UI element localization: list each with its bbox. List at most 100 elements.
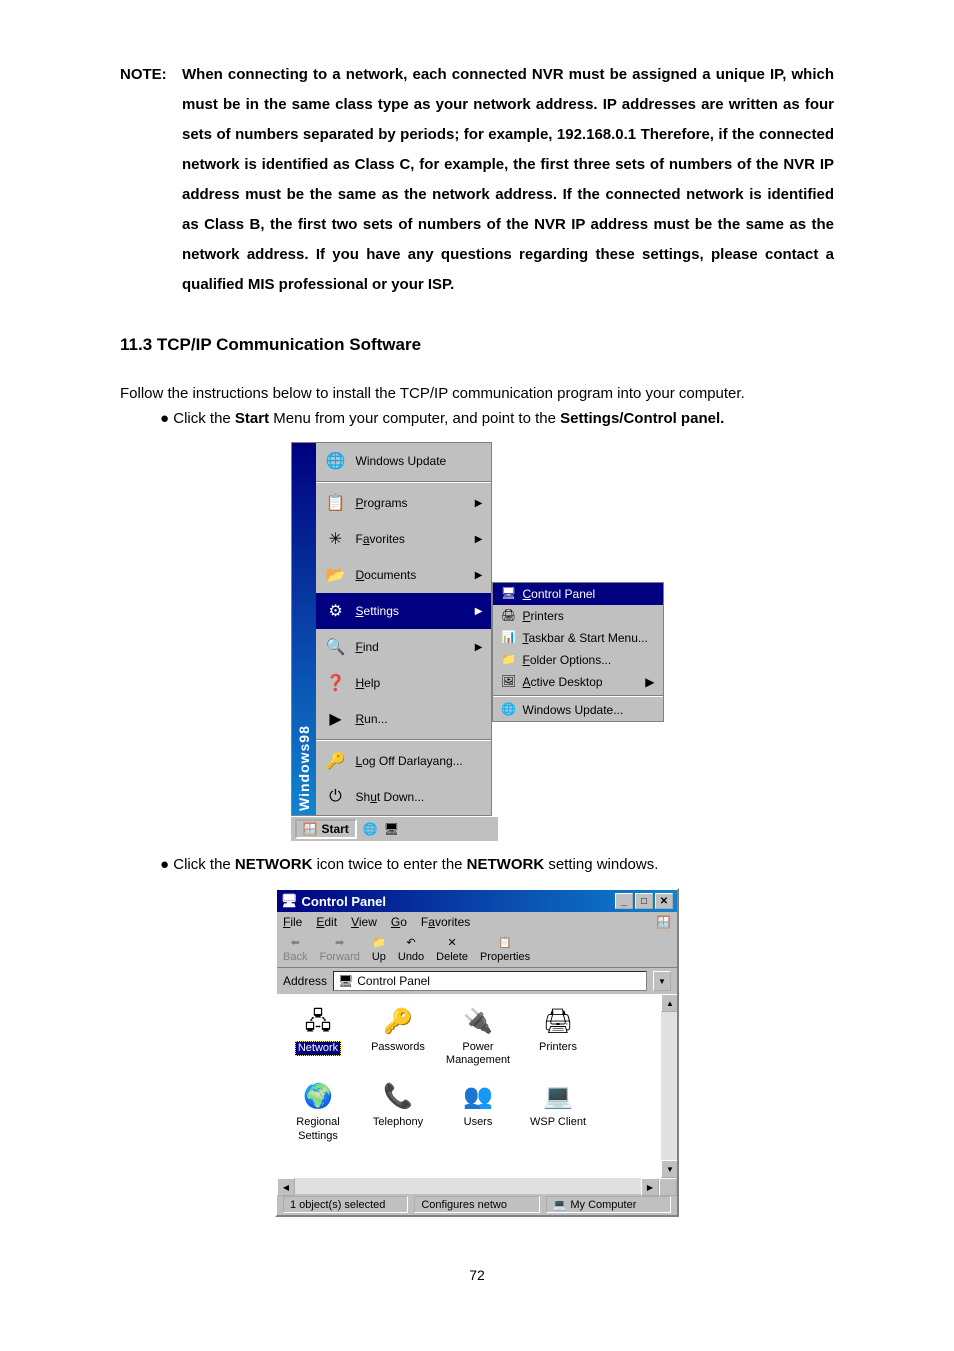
printers-icon: 🖨 [501, 608, 517, 624]
menu-view[interactable]: View [351, 915, 377, 929]
text: 1 object(s) selected [290, 1199, 385, 1211]
scroll-left-button[interactable]: ◀ [277, 1178, 295, 1196]
label: Printers [523, 609, 564, 623]
toolbar-up[interactable]: 📁Up [372, 936, 386, 963]
run-icon: ▶ [324, 707, 348, 731]
horizontal-scrollbar[interactable]: ◀ ▶ [277, 1178, 677, 1194]
address-dropdown[interactable]: ▼ [653, 971, 671, 991]
telephony-icon: 📞 [382, 1081, 414, 1113]
menu-documents[interactable]: 📂 Documents ▶ [316, 557, 491, 593]
label: Passwords [371, 1041, 425, 1054]
icon-wsp-client[interactable]: 💻WSP Client [527, 1081, 589, 1142]
maximize-button[interactable]: □ [635, 893, 653, 909]
label: Programs [356, 496, 408, 510]
passwords-icon: 🔑 [382, 1006, 414, 1038]
icon-telephony[interactable]: 📞Telephony [367, 1081, 429, 1142]
label: Log Off Darlayang... [356, 754, 463, 768]
icon-users[interactable]: 👥Users [447, 1081, 509, 1142]
submenu-printers[interactable]: 🖨 Printers [493, 605, 663, 627]
control-panel-icon: 🖥 [338, 974, 353, 988]
menu-go[interactable]: Go [391, 915, 407, 929]
icon-view: 🖧 Network 🔑 Passwords 🔌Power Management 🖨P… [277, 994, 677, 1178]
settings-icon: ⚙ [324, 599, 348, 623]
network-icon: 🖧 [302, 1006, 334, 1038]
label: Shut Down... [356, 790, 425, 804]
menu-file[interactable]: File [283, 915, 302, 929]
menu-find[interactable]: 🔍 Find ▶ [316, 629, 491, 665]
status-selection: 1 object(s) selected [283, 1196, 408, 1213]
menu-shutdown[interactable]: ⏻ Shut Down... [316, 779, 491, 815]
toolbar-delete[interactable]: ✕Delete [436, 936, 468, 963]
label: Network [295, 1041, 341, 1056]
menu-edit[interactable]: Edit [316, 915, 337, 929]
icon-passwords[interactable]: 🔑 Passwords [367, 1006, 429, 1067]
windows-logo-icon: 🪟 [303, 822, 318, 836]
menu-favorites[interactable]: Favorites [421, 915, 470, 929]
menu-windows-update[interactable]: 🌐 Windows Update [316, 443, 491, 479]
arrow-icon: ▶ [475, 642, 483, 653]
arrow-icon: ▶ [475, 570, 483, 581]
submenu-folder-options[interactable]: 📁 Folder Options... [493, 649, 663, 671]
scroll-up-button[interactable]: ▲ [661, 994, 677, 1012]
submenu-control-panel[interactable]: 🖥 Control Panel [493, 583, 663, 605]
start-button[interactable]: 🪟 Start [295, 819, 357, 839]
label: Users [464, 1116, 493, 1129]
note-label: NOTE: [120, 66, 167, 83]
control-panel-window: 🖥 Control Panel _ □ ✕ File Edit View Go … [275, 888, 679, 1217]
menu-favorites[interactable]: ✳ Favorites ▶ [316, 521, 491, 557]
submenu-active-desktop[interactable]: 🖼 Active Desktop ▶ [493, 671, 663, 693]
icon-network[interactable]: 🖧 Network [287, 1006, 349, 1067]
text-bold: Settings/Control panel. [560, 410, 724, 427]
menu-programs[interactable]: 📋 Programs ▶ [316, 485, 491, 521]
label: Folder Options... [523, 653, 612, 667]
submenu-taskbar[interactable]: 📊 Taskbar & Start Menu... [493, 627, 663, 649]
control-panel-icon: 🖥 [501, 586, 517, 602]
page-number: 72 [120, 1267, 834, 1283]
icon-power-management[interactable]: 🔌Power Management [447, 1006, 509, 1067]
menu-run[interactable]: ▶ Run... [316, 701, 491, 737]
address-input[interactable]: 🖥 Control Panel [333, 971, 647, 991]
icon-printers[interactable]: 🖨Printers [527, 1006, 589, 1067]
properties-icon: 📋 [498, 936, 512, 949]
scroll-down-button[interactable]: ▼ [661, 1160, 677, 1178]
scroll-right-button[interactable]: ▶ [641, 1178, 659, 1196]
quicklaunch-ie-icon[interactable]: 🌐 [363, 822, 378, 836]
toolbar-properties[interactable]: 📋Properties [480, 936, 530, 963]
menu-logoff[interactable]: 🔑 Log Off Darlayang... [316, 743, 491, 779]
windows-update-icon: 🌐 [501, 702, 517, 718]
icon-regional-settings[interactable]: 🌍 Regional Settings [287, 1081, 349, 1142]
control-panel-icon: 🖥 [281, 893, 298, 909]
vertical-scrollbar[interactable]: ▲ ▼ [661, 994, 677, 1178]
start-menu-column: 🌐 Windows Update 📋 Programs ▶ ✳ Favorite… [316, 443, 491, 815]
toolbar-forward[interactable]: ➡Forward [319, 936, 359, 963]
label: Active Desktop [523, 675, 603, 689]
bullet-1: Click the Start Menu from your computer,… [160, 410, 834, 427]
close-button[interactable]: ✕ [655, 893, 673, 909]
bullet-2: Click the NETWORK icon twice to enter th… [160, 856, 834, 873]
arrow-icon: ▶ [475, 534, 483, 545]
label: Windows Update [356, 454, 447, 468]
address-label: Address [283, 974, 327, 988]
text-bold: NETWORK [235, 856, 313, 873]
text: icon twice to enter the [312, 856, 466, 873]
arrow-icon: ▶ [475, 498, 483, 509]
menu-help[interactable]: ❓ Help [316, 665, 491, 701]
documents-icon: 📂 [324, 563, 348, 587]
quicklaunch-desktop-icon[interactable]: 🖥 [384, 822, 399, 836]
menu-settings[interactable]: ⚙ Settings ▶ [316, 593, 491, 629]
undo-icon: ↶ [406, 936, 415, 949]
help-icon: ❓ [324, 671, 348, 695]
toolbar-undo[interactable]: ↶Undo [398, 936, 424, 963]
submenu-windows-update[interactable]: 🌐 Windows Update... [493, 699, 663, 721]
label: Back [283, 951, 307, 963]
toolbar-back[interactable]: ⬅Back [283, 936, 307, 963]
programs-icon: 📋 [324, 491, 348, 515]
shutdown-icon: ⏻ [324, 785, 348, 809]
throbber-icon: 🪟 [656, 915, 671, 929]
minimize-button[interactable]: _ [615, 893, 633, 909]
text: Configures netwo [421, 1199, 507, 1211]
regional-icon: 🌍 [302, 1081, 334, 1113]
menubar: File Edit View Go Favorites 🪟 [277, 912, 677, 932]
taskbar: 🪟 Start 🌐 🖥 [291, 816, 498, 841]
label: Regional Settings [287, 1116, 349, 1142]
